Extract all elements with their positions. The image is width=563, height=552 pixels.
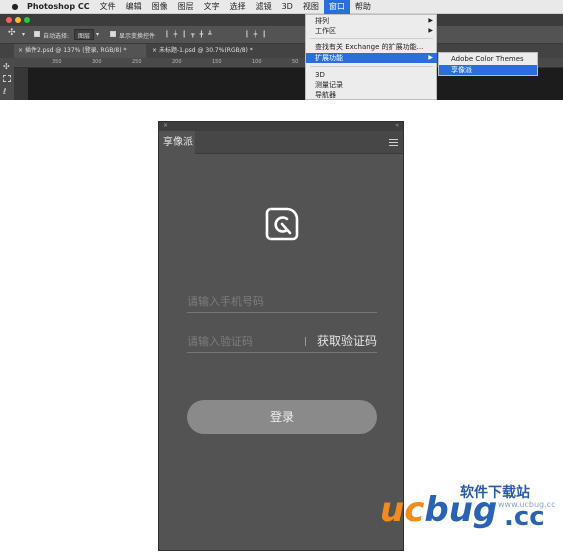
menu-type[interactable]: 文字 (199, 0, 225, 14)
menu-image[interactable]: 图像 (147, 0, 173, 14)
align-icons[interactable]: ┃┿┃┳╋┻ (165, 31, 217, 38)
chevron-down-icon[interactable]: ▾ (96, 31, 99, 38)
verification-code-field[interactable]: 请输入验证码 获取验证码 (187, 325, 377, 353)
zoom-window-button[interactable] (24, 17, 30, 23)
extension-panel: × « 享像派 请输入手机号码 请输入验证码 获取验证码 登录 (158, 121, 404, 551)
menu-layer[interactable]: 图层 (173, 0, 199, 14)
vertical-ruler (14, 68, 28, 100)
menu-item-extensions[interactable]: 扩展功能 ▶ (306, 53, 437, 63)
show-transform-checkbox[interactable] (110, 31, 116, 37)
apple-icon[interactable]: ● (8, 2, 22, 11)
menu-view[interactable]: 视图 (298, 0, 324, 14)
get-code-button[interactable]: 获取验证码 (317, 332, 377, 349)
chevron-right-icon: ▶ (428, 27, 433, 34)
lasso-tool-icon[interactable]: ℓ (3, 87, 6, 96)
panel-menu-icon[interactable] (389, 139, 398, 146)
close-icon[interactable]: × (152, 47, 159, 54)
chevron-right-icon: ▶ (428, 54, 433, 61)
close-panel-icon[interactable]: × (163, 122, 168, 129)
extensions-submenu: Adobe Color Themes 享像派 (438, 52, 538, 76)
menu-item-3d[interactable]: 3D (306, 70, 437, 80)
chevron-down-icon[interactable]: ▾ (22, 31, 25, 38)
doc-tab-active[interactable]: × 插件2.psd @ 137% (登录, RGB/8) * (14, 44, 146, 58)
photoshop-window: ● Photoshop CC 文件 编辑 图像 图层 文字 选择 滤镜 3D 视… (0, 0, 563, 100)
menu-help[interactable]: 帮助 (350, 0, 376, 14)
watermark: ucbug 软件下载站 www.ucbug.cc .cc (380, 478, 563, 552)
panel-header: × « (159, 122, 403, 131)
submenu-xiangxiangpai[interactable]: 享像派 (439, 65, 537, 75)
move-tool-icon[interactable]: ✣ (8, 28, 16, 38)
menu-item-find-extensions[interactable]: 查找有关 Exchange 的扩展功能... (306, 42, 437, 52)
layer-select[interactable]: 图层 (74, 29, 95, 40)
phone-input-placeholder: 请输入手机号码 (187, 295, 264, 308)
field-divider (305, 337, 306, 346)
panel-tab-row: 享像派 (159, 131, 403, 154)
show-transform-label: 显示变换控件 (119, 33, 156, 40)
app-logo-icon (265, 207, 299, 241)
collapse-panel-icon[interactable]: « (395, 122, 399, 129)
doc-tab-untitled[interactable]: × 未标题-1.psd @ 30.7%(RGB/8) * (148, 44, 288, 58)
menu-separator (310, 38, 433, 39)
toolbar: ✣ ℓ (0, 58, 14, 100)
panel-tab-xiangxiangpai[interactable]: 享像派 (159, 131, 195, 154)
minimize-window-button[interactable] (15, 17, 21, 23)
distribute-icons[interactable]: ┃┿┃ (245, 31, 271, 38)
menu-window[interactable]: 窗口 (323, 0, 350, 14)
phone-field[interactable]: 请输入手机号码 (187, 285, 377, 313)
menu-select[interactable]: 选择 (225, 0, 251, 14)
menu-filter[interactable]: 滤镜 (251, 0, 277, 14)
chevron-right-icon: ▶ (428, 17, 433, 24)
menu-item-navigator[interactable]: 导航器 (306, 90, 437, 100)
title-bar (0, 14, 563, 26)
menu-edit[interactable]: 编辑 (121, 0, 147, 14)
auto-select-label: 自动选择: (43, 33, 70, 40)
watermark-cc: .cc (504, 502, 545, 532)
marquee-tool-icon[interactable] (3, 75, 11, 82)
code-input-placeholder: 请输入验证码 (187, 335, 253, 348)
close-icon[interactable]: × (18, 47, 25, 54)
menu-item-arrange[interactable]: 排列 ▶ (306, 16, 437, 26)
menu-app[interactable]: Photoshop CC (22, 0, 95, 14)
window-menu-dropdown: 排列 ▶ 工作区 ▶ 查找有关 Exchange 的扩展功能... 扩展功能 ▶ 3D… (305, 14, 437, 100)
menu-file[interactable]: 文件 (95, 0, 121, 14)
menu-item-workspace[interactable]: 工作区 ▶ (306, 26, 437, 36)
move-tool-icon[interactable]: ✣ (3, 62, 10, 71)
close-window-button[interactable] (6, 17, 12, 23)
watermark-title: 软件下载站 (460, 485, 530, 501)
submenu-adobe-color-themes[interactable]: Adobe Color Themes (439, 54, 537, 64)
menu-3d[interactable]: 3D (277, 0, 298, 14)
options-bar: ✣ ▾ 自动选择: 图层 ▾ 显示变换控件 ┃┿┃┳╋┻ ┃┿┃ (0, 26, 563, 44)
login-button[interactable]: 登录 (187, 400, 377, 434)
menubar: ● Photoshop CC 文件 编辑 图像 图层 文字 选择 滤镜 3D 视… (0, 0, 563, 14)
menu-item-measurement-log[interactable]: 测量记录 (306, 80, 437, 90)
auto-select-checkbox[interactable] (34, 31, 40, 37)
menu-separator (310, 66, 433, 67)
